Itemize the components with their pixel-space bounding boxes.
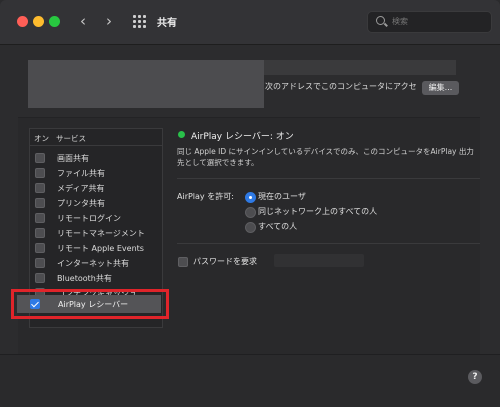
column-header-service: サービス	[56, 134, 86, 143]
service-label: 画面共有	[57, 154, 89, 163]
service-label: ファイル共有	[57, 169, 105, 178]
back-arrow-icon[interactable]: ‹	[74, 11, 92, 31]
service-item-printer-sharing[interactable]: プリンタ共有	[30, 195, 162, 210]
close-button[interactable]	[17, 16, 28, 27]
description-line: 先として選択できます。	[177, 158, 259, 167]
zoom-button[interactable]	[49, 16, 60, 27]
service-checkbox[interactable]	[35, 168, 45, 178]
service-checkbox[interactable]	[35, 243, 45, 253]
require-password-checkbox[interactable]	[178, 257, 188, 267]
show-all-grid-icon[interactable]	[133, 15, 146, 28]
radio-label-same-network: 同じネットワーク上のすべての人	[258, 207, 378, 216]
service-item-bluetooth-sharing[interactable]: Bluetooth共有	[30, 270, 162, 285]
redacted-name-strip	[264, 60, 456, 75]
allow-airplay-label: AirPlay を許可:	[177, 192, 234, 201]
service-item-screen-sharing[interactable]: 画面共有	[30, 150, 162, 165]
title-bar: ‹ › 共有 検索	[0, 0, 500, 45]
column-header-on: オン	[34, 134, 49, 143]
service-label: メディア共有	[57, 184, 105, 193]
service-label: リモートマネージメント	[57, 229, 145, 238]
service-list-header: オン サービス	[30, 129, 162, 146]
edit-button[interactable]: 編集...	[422, 81, 459, 95]
bottom-bar	[0, 354, 500, 407]
service-item-file-sharing[interactable]: ファイル共有	[30, 165, 162, 180]
divider	[177, 178, 480, 179]
service-item-media-sharing[interactable]: メディア共有	[30, 180, 162, 195]
divider	[177, 243, 480, 244]
service-item-internet-sharing[interactable]: インターネット共有	[30, 255, 162, 270]
service-checkbox[interactable]	[35, 273, 45, 283]
radio-same-network[interactable]	[245, 207, 256, 218]
service-item-remote-management[interactable]: リモートマネージメント	[30, 225, 162, 240]
service-checkbox[interactable]	[35, 153, 45, 163]
highlight-annotation-box	[11, 289, 169, 319]
help-button[interactable]: ?	[468, 370, 482, 384]
radio-label-everyone: すべての人	[258, 222, 298, 231]
service-checkbox[interactable]	[35, 213, 45, 223]
service-item-remote-apple-events[interactable]: リモート Apple Events	[30, 240, 162, 255]
service-label: プリンタ共有	[57, 199, 105, 208]
radio-label-current-user: 現在のユーザ	[258, 192, 306, 201]
status-text: AirPlay レシーバー: オン	[191, 132, 294, 142]
service-item-remote-login[interactable]: リモートログイン	[30, 210, 162, 225]
search-icon	[376, 16, 385, 25]
service-label: リモートログイン	[57, 214, 121, 223]
service-label: インターネット共有	[57, 259, 129, 268]
description-text: 同じ Apple ID にサインインしているデバイスでのみ、このコンピュータをA…	[177, 146, 477, 168]
service-label: Bluetooth共有	[57, 274, 112, 283]
service-checkbox[interactable]	[35, 228, 45, 238]
radio-current-user[interactable]	[245, 192, 256, 203]
service-label: リモート Apple Events	[57, 244, 144, 253]
redacted-computer-name	[28, 60, 264, 108]
forward-arrow-icon[interactable]: ›	[100, 11, 118, 31]
radio-everyone[interactable]	[245, 222, 256, 233]
access-address-text: 次のアドレスでこのコンピュータにアクセ	[265, 82, 417, 91]
service-checkbox[interactable]	[35, 183, 45, 193]
service-checkbox[interactable]	[35, 198, 45, 208]
search-field[interactable]: 検索	[367, 11, 492, 33]
window-title: 共有	[157, 18, 177, 29]
sharing-preferences-window: ‹ › 共有 検索 次のアドレスでこのコンピュータにアクセ 編集... オン サ…	[0, 0, 500, 407]
service-checkbox[interactable]	[35, 258, 45, 268]
require-password-label: パスワードを要求	[193, 257, 257, 266]
minimize-button[interactable]	[33, 16, 44, 27]
description-line: 同じ Apple ID にサインインしているデバイスでのみ、このコンピュータをA…	[177, 147, 474, 156]
search-placeholder: 検索	[392, 17, 408, 26]
password-field[interactable]	[274, 254, 364, 267]
status-indicator-icon	[178, 131, 185, 138]
